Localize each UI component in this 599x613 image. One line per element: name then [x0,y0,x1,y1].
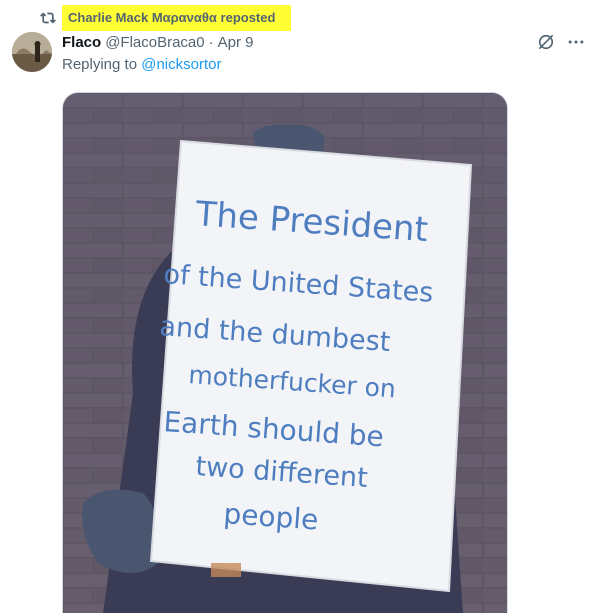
more-icon[interactable] [565,32,587,52]
repost-label[interactable]: Charlie Mack Μαραναθα reposted [62,5,292,31]
sign-line: people [223,497,320,537]
tweet-header: Flaco @FlacoBraca0 · Apr 9 [62,32,587,52]
avatar[interactable] [12,32,52,72]
replying-to-link[interactable]: @nicksortor [141,56,221,73]
display-name[interactable]: Flaco [62,34,101,51]
separator: · [208,33,214,51]
repost-suffix: reposted [216,10,276,25]
replying-prefix: Replying to [62,56,142,73]
reposter-name: Charlie Mack Μαραναθα [68,10,217,25]
tweet-image[interactable]: The President of the United States and t… [62,92,508,613]
user-handle[interactable]: @FlacoBraca0 [105,34,204,51]
grok-icon[interactable] [535,32,557,52]
repost-icon [40,10,56,26]
repost-indicator: Charlie Mack Μαραναθα reposted [40,4,292,32]
header-actions [527,32,587,52]
replying-to: Replying to @nicksortor [62,56,221,73]
tweet-date[interactable]: Apr 9 [218,34,254,51]
